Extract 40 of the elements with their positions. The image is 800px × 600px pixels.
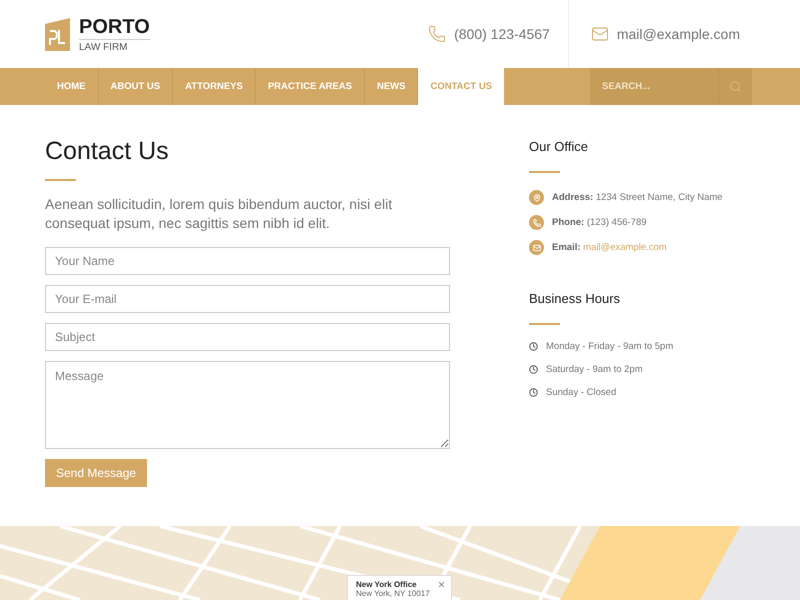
nav-item[interactable]: CONTACT US — [418, 68, 504, 105]
hours-text: Saturday - 9am to 2pm — [546, 364, 643, 375]
message-field[interactable]: Message — [45, 361, 450, 449]
nav-item[interactable]: ABOUT US — [98, 68, 174, 105]
search-field[interactable]: SEARCH... — [590, 68, 718, 105]
office-detail: Address: 1234 Street Name, City Name — [552, 192, 723, 203]
clock-icon — [529, 365, 538, 374]
search-icon — [729, 80, 742, 93]
email-link[interactable]: mail@example.com — [583, 242, 667, 253]
phone-icon — [428, 25, 446, 43]
nav-item[interactable]: PRACTICE AREAS — [256, 68, 365, 105]
clock-icon — [529, 388, 538, 397]
section-heading: Business Hours — [529, 291, 622, 306]
page-title: Contact Us — [45, 136, 170, 167]
header-phone: (800) 123-4567 — [454, 26, 550, 42]
hours-text: Sunday - Closed — [546, 387, 616, 398]
hours-text: Monday - Friday - 9am to 5pm — [546, 341, 674, 352]
logo-name: PORTO — [79, 16, 150, 38]
input-field[interactable]: Subject — [45, 323, 450, 351]
intro-text: Aenean sollicitudin, lorem quis bibendum auctor, nisi elit consequat ipsum, nec sagittis sem nibh id elit. — [45, 195, 394, 233]
close-icon — [437, 580, 446, 589]
envelope-icon — [590, 25, 609, 43]
office-detail: Phone: (123) 456-789 — [552, 217, 647, 228]
nav-item[interactable]: HOME — [45, 68, 98, 105]
send-button[interactable]: Send Message — [45, 459, 148, 487]
envelope-icon — [529, 240, 544, 255]
section-heading: Our Office — [529, 139, 590, 154]
input-field[interactable]: Your Name — [45, 247, 450, 275]
phone-icon — [529, 215, 544, 230]
popup-address: New York, NY 10017 — [356, 589, 431, 598]
logo-icon — [45, 18, 70, 50]
nav-item[interactable]: ATTORNEYS — [173, 68, 256, 105]
logo-tagline: LAW FIRM — [79, 38, 150, 52]
header-email: mail@example.com — [616, 26, 740, 42]
pin-icon — [529, 190, 544, 205]
input-field[interactable]: Your E-mail — [45, 285, 450, 313]
office-detail: Email: mail@example.com — [552, 242, 667, 253]
clock-icon — [529, 342, 538, 351]
close-button[interactable] — [437, 580, 446, 589]
popup-title: New York Office — [356, 580, 417, 589]
